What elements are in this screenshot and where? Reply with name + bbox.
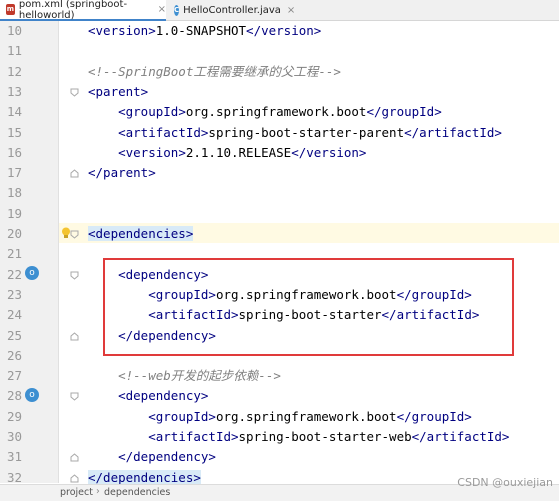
close-icon[interactable]: ×: [287, 5, 295, 16]
line-number: 19: [6, 206, 22, 221]
breadcrumb-project[interactable]: project: [60, 487, 93, 498]
line-number: 12: [6, 64, 22, 79]
line-number: 20: [6, 226, 22, 241]
line-number: 18: [6, 185, 22, 200]
line-number: 25: [6, 328, 22, 343]
annotation-highlight-box: [103, 258, 514, 356]
xml-text: spring-boot-starter-parent: [208, 125, 405, 140]
line-number: 10: [6, 23, 22, 38]
xml-tag: <version>: [118, 145, 186, 160]
run-gutter-icon[interactable]: o: [25, 388, 39, 402]
fold-close-icon[interactable]: [70, 453, 79, 462]
xml-tag: <artifactId>: [118, 125, 209, 140]
line-number: 21: [6, 246, 22, 261]
xml-text: 2.1.10.RELEASE: [185, 145, 292, 160]
fold-close-icon[interactable]: [70, 332, 79, 341]
code-line[interactable]: <!--SpringBoot工程需要继承的父工程-->: [88, 62, 341, 82]
line-number: 17: [6, 165, 22, 180]
line-number: 11: [6, 43, 22, 58]
xml-tag: </artifactId>: [411, 429, 510, 444]
line-number: 27: [6, 368, 22, 383]
xml-tag: <dependency>: [118, 388, 209, 403]
line-number: 15: [6, 125, 22, 140]
watermark: CSDN @ouxiejian: [457, 476, 553, 489]
line-number: 14: [6, 104, 22, 119]
xml-tag: <artifactId>: [148, 429, 239, 444]
code-line[interactable]: <groupId>org.springframework.boot</group…: [88, 407, 472, 427]
code-line[interactable]: </dependency>: [88, 447, 216, 467]
xml-text: spring-boot-starter-web: [238, 429, 412, 444]
fold-open-icon[interactable]: [70, 271, 79, 280]
code-line[interactable]: <!--web开发的起步依赖-->: [88, 366, 281, 386]
xml-tag: </version>: [291, 145, 367, 160]
code-line[interactable]: <dependencies>: [88, 224, 194, 244]
xml-tag: <parent>: [88, 84, 149, 99]
xml-tag: </groupId>: [366, 104, 442, 119]
line-number: 32: [6, 470, 22, 485]
xml-tag: <version>: [88, 23, 156, 38]
xml-tag: </parent>: [88, 165, 156, 180]
xml-comment: <!--SpringBoot工程需要继承的父工程-->: [88, 64, 341, 79]
fold-close-icon[interactable]: [70, 169, 79, 178]
line-number: 28: [6, 388, 22, 403]
xml-text: org.springframework.boot: [215, 409, 397, 424]
fold-close-icon[interactable]: [70, 474, 79, 483]
line-number: 16: [6, 145, 22, 160]
line-number: 24: [6, 307, 22, 322]
line-number: 22: [6, 267, 22, 282]
java-class-icon: C: [174, 4, 180, 16]
code-line[interactable]: <artifactId>spring-boot-starter-web</art…: [88, 427, 509, 447]
xml-tag: <groupId>: [118, 104, 186, 119]
code-line[interactable]: <dependency>: [88, 386, 208, 406]
line-number: 31: [6, 449, 22, 464]
line-number: 23: [6, 287, 22, 302]
breadcrumb-dependencies[interactable]: dependencies: [104, 487, 170, 498]
line-number: 13: [6, 84, 22, 99]
tab-pom-xml[interactable]: m pom.xml (springboot-helloworld) ×: [0, 0, 166, 21]
xml-tag: </groupId>: [396, 409, 472, 424]
code-line[interactable]: <version>1.0-SNAPSHOT</version>: [88, 21, 321, 41]
code-line[interactable]: <parent>: [88, 82, 148, 102]
maven-file-icon: m: [6, 4, 15, 15]
matched-tag: <dependencies>: [88, 226, 194, 241]
xml-comment: <!--web开发的起步依赖-->: [118, 368, 281, 383]
tab-label: HelloController.java: [183, 4, 281, 16]
breadcrumb-separator: ›: [96, 486, 100, 497]
code-line[interactable]: <version>2.1.10.RELEASE</version>: [88, 143, 366, 163]
run-gutter-icon[interactable]: o: [25, 266, 39, 280]
line-number: 26: [6, 348, 22, 363]
code-line[interactable]: </parent>: [88, 163, 156, 183]
fold-open-icon[interactable]: [70, 88, 79, 97]
xml-tag: </artifactId>: [404, 125, 502, 140]
xml-text: 1.0-SNAPSHOT: [155, 23, 247, 38]
xml-tag: </dependency>: [118, 449, 216, 464]
code-line[interactable]: <groupId>org.springframework.boot</group…: [88, 102, 442, 122]
close-icon[interactable]: ×: [158, 4, 166, 15]
tab-label: pom.xml (springboot-helloworld): [18, 0, 128, 21]
matched-tag: </dependencies>: [88, 470, 201, 485]
line-number: 30: [6, 429, 22, 444]
fold-open-icon[interactable]: [70, 230, 79, 239]
line-number: 29: [6, 409, 22, 424]
fold-open-icon[interactable]: [70, 392, 79, 401]
editor-tab-bar: m pom.xml (springboot-helloworld) × C He…: [0, 0, 559, 21]
xml-text: org.springframework.boot: [185, 104, 367, 119]
tab-hello-controller[interactable]: C HelloController.java ×: [168, 0, 295, 20]
xml-tag: </version>: [246, 23, 322, 38]
code-line[interactable]: <artifactId>spring-boot-starter-parent</…: [88, 123, 502, 143]
xml-tag: <groupId>: [148, 409, 216, 424]
